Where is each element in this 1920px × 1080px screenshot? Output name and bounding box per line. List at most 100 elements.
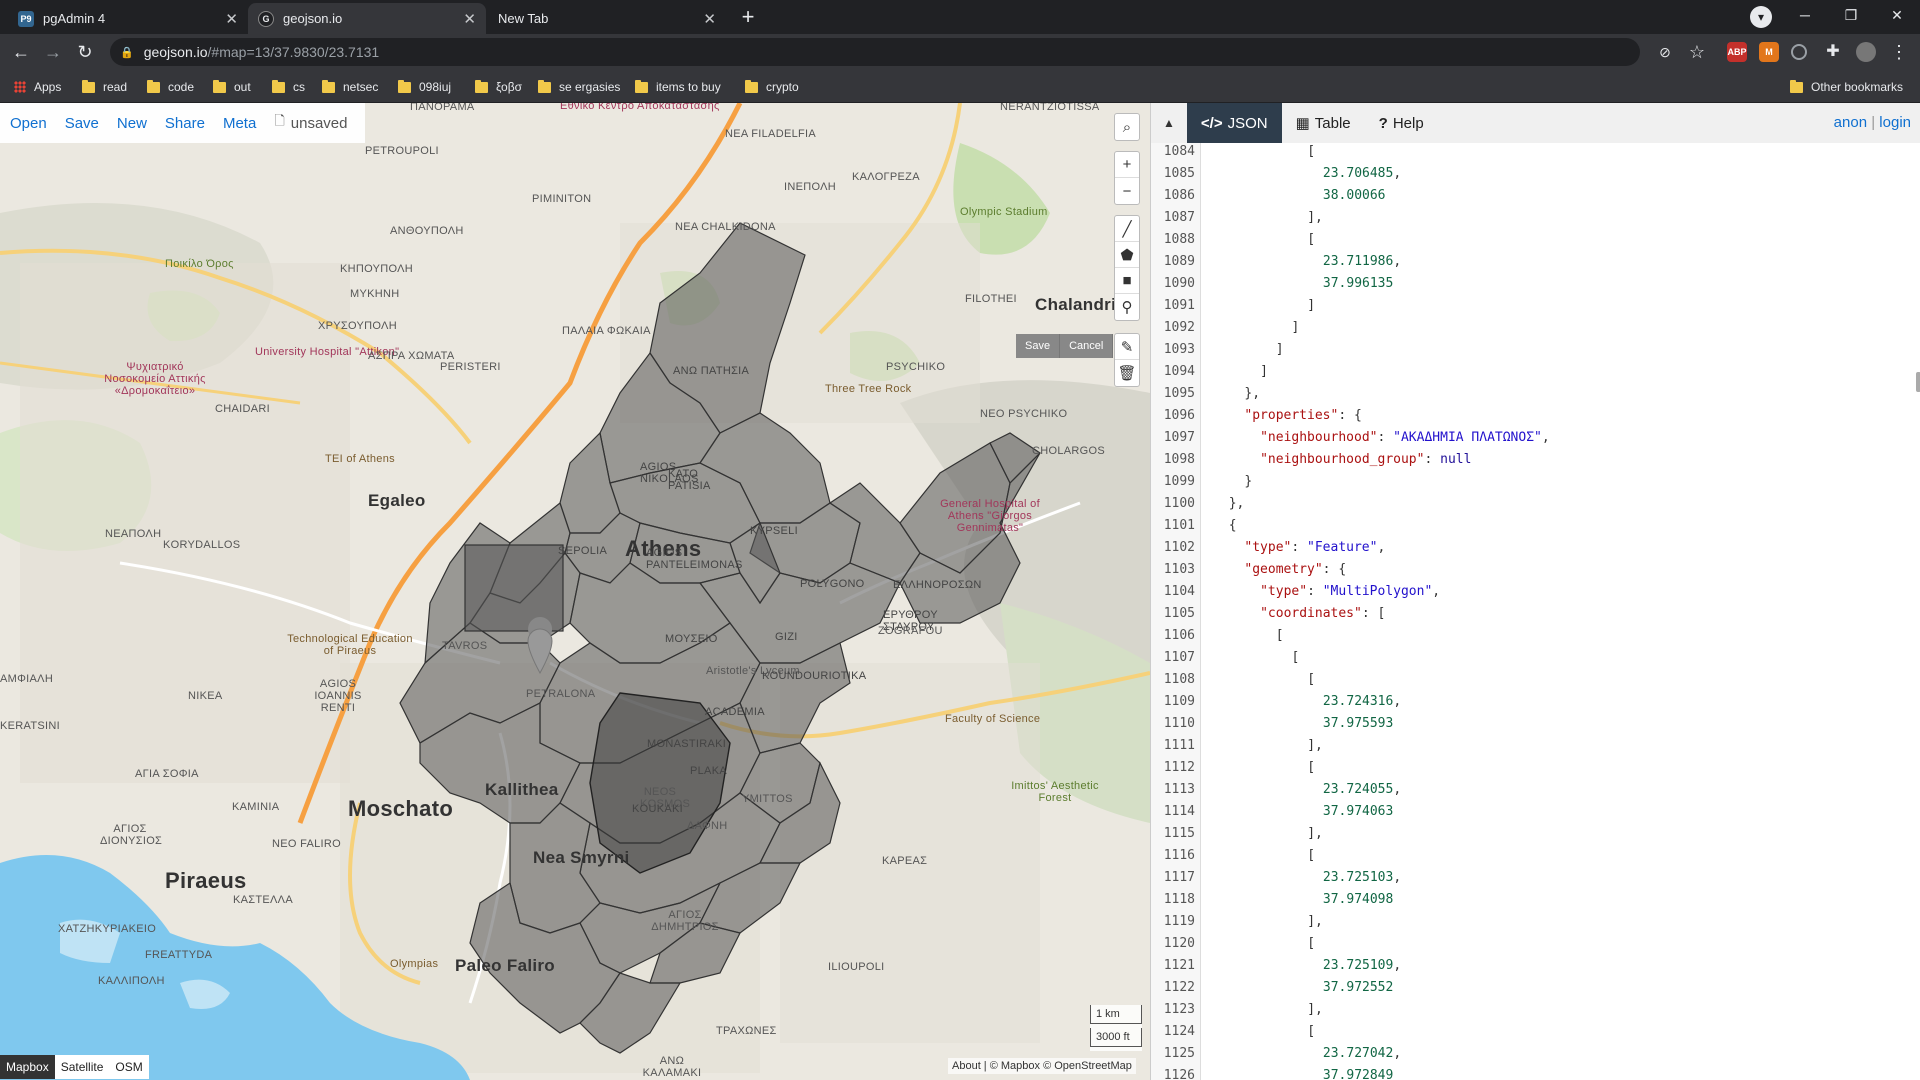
- draw-line-icon[interactable]: ╱: [1115, 216, 1139, 242]
- cancel-edit-button[interactable]: Cancel: [1060, 334, 1114, 358]
- adblock-icon[interactable]: ABP: [1727, 42, 1747, 62]
- map-label: Chalandri: [1035, 295, 1117, 314]
- code-token: : [: [1361, 606, 1386, 621]
- code-token: "properties": [1244, 408, 1339, 423]
- open-menu[interactable]: Open: [10, 115, 47, 132]
- line-content: 23.724055,: [1323, 779, 1401, 801]
- new-tab-button[interactable]: +: [735, 5, 761, 31]
- map-label: PIMINITON: [532, 193, 592, 205]
- new-menu[interactable]: New: [117, 115, 147, 132]
- editor-scrollbar[interactable]: [1916, 372, 1920, 392]
- draw-rectangle-icon[interactable]: ■: [1115, 268, 1139, 294]
- line-number: 1102: [1163, 540, 1195, 555]
- code-token: ,: [1393, 166, 1402, 181]
- map-label: ΑΓΙΟΣ ΔΗΜΗΤΡΙΟΣ: [651, 909, 719, 933]
- close-tab-icon[interactable]: ✕: [225, 10, 238, 28]
- draw-control: ╱ ⬟ ■ ⚲: [1114, 215, 1140, 321]
- meta-menu[interactable]: Meta: [223, 115, 256, 132]
- bookmark-folder[interactable]: crypto: [745, 76, 799, 98]
- map-attribution[interactable]: About | © Mapbox © OpenStreetMap: [948, 1058, 1136, 1074]
- bookmark-folder[interactable]: cs: [272, 76, 305, 98]
- tab-help[interactable]: ? Help: [1365, 103, 1438, 143]
- login-link[interactable]: login: [1879, 114, 1911, 131]
- tab-newtab[interactable]: New Tab ✕: [488, 3, 726, 34]
- minimize-icon[interactable]: ─: [1782, 0, 1828, 30]
- bookmark-folder[interactable]: se ergasies: [538, 76, 620, 98]
- json-editor[interactable]: 1084[1085 23.706485, 1086 38.00066 1087], 108…: [1151, 143, 1920, 1080]
- code-token: ,: [1377, 540, 1386, 555]
- layer-osm[interactable]: OSM: [109, 1055, 148, 1079]
- code-line: 1122 37.972552: [1151, 977, 1920, 999]
- line-content: 37.975593: [1323, 713, 1393, 735]
- menu-kebab-icon[interactable]: ⋮: [1886, 39, 1912, 65]
- map-label: ILIOUPOLI: [828, 961, 885, 973]
- bookmark-folder[interactable]: out: [213, 76, 251, 98]
- tracking-off-icon[interactable]: ⊘: [1652, 39, 1678, 65]
- code-token: [: [1307, 848, 1316, 863]
- restore-icon[interactable]: ❐: [1828, 0, 1874, 30]
- line-number: 1122: [1163, 980, 1195, 995]
- tab-json[interactable]: </> JSON: [1186, 103, 1282, 143]
- tab-title: New Tab: [498, 11, 549, 26]
- code-token: }: [1244, 474, 1253, 489]
- close-tab-icon[interactable]: ✕: [463, 10, 476, 28]
- bookmarks-bar: Apps read code out cs netsec 098iuj ξοβσ…: [0, 70, 1920, 103]
- search-icon[interactable]: ⌕: [1115, 114, 1139, 140]
- tab-geojson[interactable]: G geojson.io ✕: [248, 3, 486, 34]
- bookmark-other[interactable]: Other bookmarks: [1790, 76, 1903, 98]
- layer-satellite[interactable]: Satellite: [55, 1055, 110, 1079]
- bookmark-folder[interactable]: code: [147, 76, 194, 98]
- code-line: 1088 [: [1151, 229, 1920, 251]
- code-token: [: [1291, 650, 1300, 665]
- bookmark-folder[interactable]: ξοβσ: [475, 76, 522, 98]
- tab-pgadmin[interactable]: P9 pgAdmin 4 ✕: [8, 3, 248, 34]
- share-menu[interactable]: Share: [165, 115, 205, 132]
- extensions-puzzle-icon[interactable]: ✚: [1820, 39, 1846, 65]
- close-window-icon[interactable]: ✕: [1874, 0, 1920, 30]
- code-line: 1105 "coordinates": [: [1151, 603, 1920, 625]
- line-content: ],: [1307, 735, 1323, 757]
- auth-separator: |: [1871, 114, 1876, 131]
- reload-icon[interactable]: ↻: [72, 39, 98, 65]
- delete-layers-icon[interactable]: 🗑: [1115, 360, 1139, 386]
- map-label: ΤΡΑΧΩΝΕΣ: [716, 1025, 777, 1037]
- line-number: 1095: [1163, 386, 1195, 401]
- forward-arrow-icon[interactable]: →: [40, 39, 66, 65]
- draw-marker-icon[interactable]: ⚲: [1115, 294, 1139, 320]
- back-arrow-icon[interactable]: ←: [8, 39, 34, 65]
- save-edit-button[interactable]: Save: [1016, 334, 1061, 358]
- line-number: 1111: [1163, 738, 1195, 753]
- folder-icon: [147, 79, 160, 93]
- folder-icon: [475, 79, 488, 93]
- address-bar[interactable]: 🔒 geojson.io /#map=13/37.9830/23.7131: [110, 38, 1640, 66]
- tab-table[interactable]: ▦ Table: [1282, 103, 1365, 143]
- profile-download-icon[interactable]: ▾: [1750, 6, 1772, 28]
- metamask-icon[interactable]: M: [1759, 42, 1779, 62]
- line-content: [: [1307, 757, 1315, 779]
- line-content: 37.972552: [1323, 977, 1393, 999]
- map-label: CHAIDARI: [215, 403, 270, 415]
- bookmark-folder[interactable]: items to buy: [635, 76, 721, 98]
- edit-layers-icon[interactable]: ✎: [1115, 334, 1139, 360]
- media-icon[interactable]: [1791, 44, 1807, 60]
- map-canvas[interactable]: ΠΑΝΟΡΑΜΑ Εθνικό Κέντρο Αποκατάστασης NEA…: [0, 103, 1150, 1080]
- close-tab-icon[interactable]: ✕: [703, 10, 716, 28]
- anon-link[interactable]: anon: [1834, 114, 1867, 131]
- bookmark-folder[interactable]: read: [82, 76, 127, 98]
- zoom-out-button[interactable]: −: [1115, 178, 1139, 204]
- save-menu[interactable]: Save: [65, 115, 99, 132]
- table-icon: ▦: [1295, 115, 1310, 132]
- code-token: ,: [1393, 870, 1402, 885]
- line-content: ]: [1292, 317, 1300, 339]
- draw-polygon-icon[interactable]: ⬟: [1115, 242, 1139, 268]
- collapse-panel-icon[interactable]: ▲: [1151, 103, 1187, 143]
- line-number: 1089: [1163, 254, 1195, 269]
- code-line: 1114 37.974063: [1151, 801, 1920, 823]
- layer-mapbox[interactable]: Mapbox: [0, 1055, 55, 1079]
- bookmark-star-icon[interactable]: ☆: [1684, 39, 1710, 65]
- bookmark-folder[interactable]: netsec: [322, 76, 378, 98]
- zoom-in-button[interactable]: +: [1115, 152, 1139, 178]
- bookmark-folder[interactable]: 098iuj: [398, 76, 451, 98]
- avatar[interactable]: [1856, 42, 1876, 62]
- bookmark-apps[interactable]: Apps: [14, 76, 61, 98]
